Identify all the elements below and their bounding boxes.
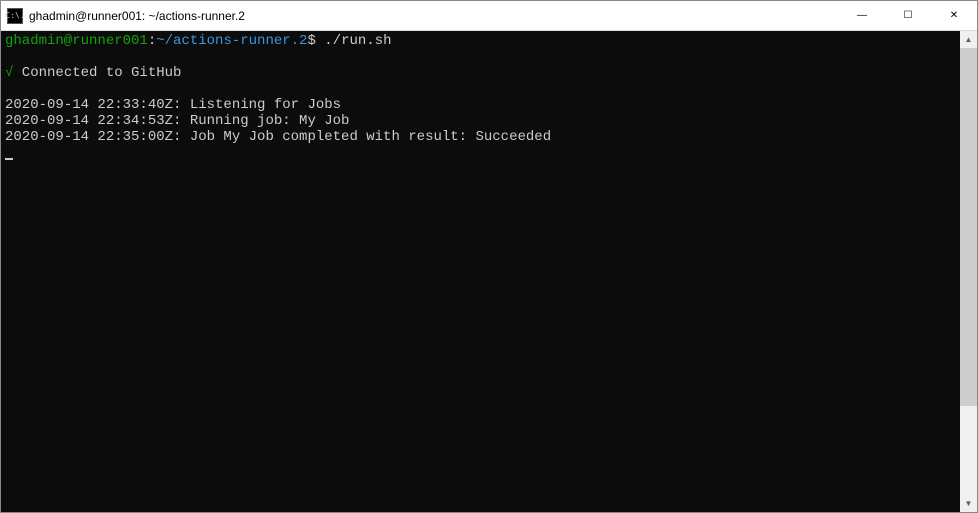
close-button[interactable]: ✕ xyxy=(931,1,977,30)
terminal[interactable]: ghadmin@runner001:~/actions-runner.2$ ./… xyxy=(1,31,960,512)
scroll-track[interactable] xyxy=(960,48,977,495)
log-line-3: 2020-09-14 22:35:00Z: Job My Job complet… xyxy=(5,129,551,145)
connected-message: Connected to GitHub xyxy=(13,65,181,81)
window-title: ghadmin@runner001: ~/actions-runner.2 xyxy=(29,9,839,23)
prompt-user-host: ghadmin@runner001 xyxy=(5,33,148,49)
log-line-1: 2020-09-14 22:33:40Z: Listening for Jobs xyxy=(5,97,341,113)
terminal-wrapper: ghadmin@runner001:~/actions-runner.2$ ./… xyxy=(1,31,977,512)
window-controls: — ☐ ✕ xyxy=(839,1,977,30)
prompt-path: ~/actions-runner.2 xyxy=(156,33,307,49)
cursor xyxy=(5,158,13,160)
scroll-up-button[interactable]: ▲ xyxy=(960,31,977,48)
scroll-down-button[interactable]: ▼ xyxy=(960,495,977,512)
prompt-symbol: $ xyxy=(307,33,315,49)
prompt-sep: : xyxy=(148,33,156,49)
log-line-2: 2020-09-14 22:34:53Z: Running job: My Jo… xyxy=(5,113,349,129)
app-icon: C:\. xyxy=(7,8,23,24)
command-text: ./run.sh xyxy=(324,33,391,49)
maximize-button[interactable]: ☐ xyxy=(885,1,931,30)
titlebar[interactable]: C:\. ghadmin@runner001: ~/actions-runner… xyxy=(1,1,977,31)
scroll-thumb[interactable] xyxy=(960,48,977,406)
minimize-button[interactable]: — xyxy=(839,1,885,30)
scrollbar[interactable]: ▲ ▼ xyxy=(960,31,977,512)
